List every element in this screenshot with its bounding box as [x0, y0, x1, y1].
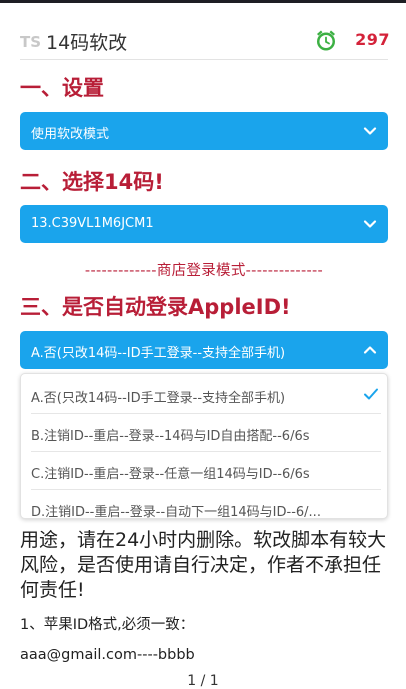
app-title: 14码软改 — [46, 32, 128, 54]
option-label: A.否(只改14码--ID手工登录--支持全部手机) — [31, 391, 286, 406]
section-heading-code: 二、选择14码! — [20, 170, 164, 194]
chevron-down-icon — [363, 127, 377, 135]
login-select-value: A.否(只改14码--ID手工登录--支持全部手机) — [31, 346, 286, 361]
header-divider — [20, 59, 388, 60]
option-label: D.注销ID--重启--登录--自动下一组14码与ID--6/... — [31, 505, 321, 519]
chevron-down-icon — [363, 220, 377, 228]
mode-select-value: 使用软改模式 — [31, 127, 110, 142]
option-label: B.注销ID--重启--登录--14码与ID自由搭配--6/6s — [31, 429, 310, 444]
dropdown-option-d[interactable]: D.注销ID--重启--登录--自动下一组14码与ID--6/... — [31, 489, 381, 519]
page-indicator: 1 / 1 — [187, 673, 219, 689]
login-options-dropdown: A.否(只改14码--ID手工登录--支持全部手机) B.注销ID--重启--登… — [20, 373, 388, 519]
section-heading-login: 三、是否自动登录AppleID! — [20, 295, 291, 319]
section-heading-setup: 一、设置 — [20, 76, 104, 100]
dropdown-option-a[interactable]: A.否(只改14码--ID手工登录--支持全部手机) — [31, 375, 381, 414]
option-label: C.注销ID--重启--登录--任意一组14码与ID--6/6s — [31, 467, 310, 482]
login-select[interactable]: A.否(只改14码--ID手工登录--支持全部手机) — [20, 331, 388, 369]
dropdown-option-c[interactable]: C.注销ID--重启--登录--任意一组14码与ID--6/6s — [31, 451, 381, 490]
code-select[interactable]: 13.C39VL1M6JCM1 — [20, 205, 388, 243]
appleid-format-rule: 1、苹果ID格式,必须一致： — [20, 617, 195, 633]
email-format-example: aaa@gmail.com----bbbb — [20, 647, 195, 663]
dropdown-option-b[interactable]: B.注销ID--重启--登录--14码与ID自由搭配--6/6s — [31, 413, 381, 452]
checkmark-icon — [364, 388, 378, 400]
top-status-strip — [0, 0, 406, 3]
app-header: TS 14码软改 297 — [20, 26, 390, 58]
chevron-up-icon — [363, 346, 377, 354]
disclaimer-text: 用途，请在24小时内删除。软改脚本有较大风险，是否使用请自行决定，作者不承担任何… — [20, 529, 387, 601]
svg-text:TS: TS — [20, 33, 41, 51]
ts-logo-icon: TS — [20, 33, 41, 51]
mode-select[interactable]: 使用软改模式 — [20, 112, 388, 150]
counter-value: 297 — [355, 30, 390, 49]
alarm-clock-icon — [317, 30, 335, 51]
code-select-value: 13.C39VL1M6JCM1 — [31, 216, 154, 231]
store-login-mode-note: -------------商店登录模式-------------- — [84, 263, 324, 279]
